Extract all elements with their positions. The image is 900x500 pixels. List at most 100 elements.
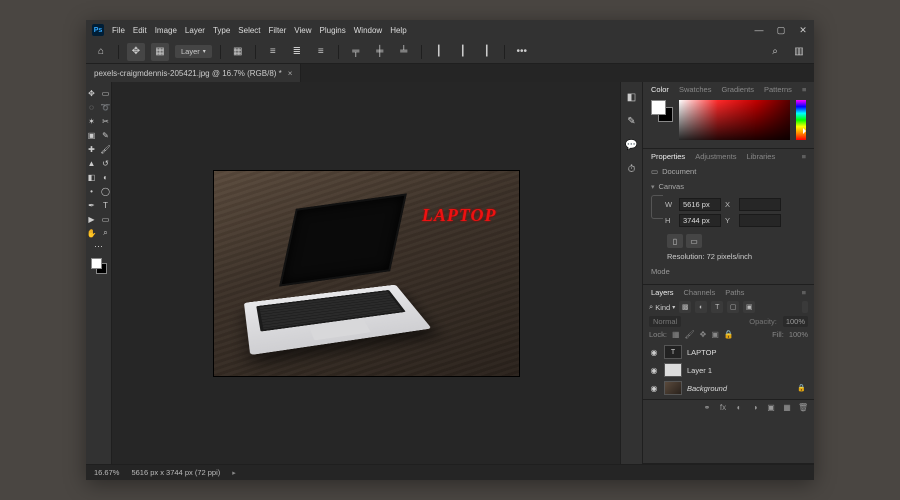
layer-name[interactable]: Background: [687, 384, 727, 393]
filter-pixel-icon[interactable]: ▩: [679, 301, 691, 313]
lock-transparent-icon[interactable]: ▦: [672, 330, 680, 339]
more-options-icon[interactable]: •••: [513, 43, 531, 61]
shape-tool-icon[interactable]: ▭: [100, 214, 111, 225]
visibility-icon[interactable]: ◉: [649, 384, 659, 393]
align-left-icon[interactable]: ≡: [264, 43, 282, 61]
stamp-tool-icon[interactable]: ▲: [86, 158, 97, 169]
menu-file[interactable]: File: [112, 26, 125, 35]
tab-swatches[interactable]: Swatches: [679, 85, 712, 94]
path-select-icon[interactable]: ▶: [86, 214, 97, 225]
tab-channels[interactable]: Channels: [684, 288, 716, 297]
doc-dimensions[interactable]: 5616 px x 3744 px (72 ppi): [131, 468, 220, 477]
filter-toggle[interactable]: [802, 301, 808, 313]
document-tab[interactable]: pexels-craigmdennis-205421.jpg @ 16.7% (…: [86, 64, 301, 82]
hand-tool-icon[interactable]: ✋: [86, 228, 97, 239]
new-group-icon[interactable]: ▣: [766, 403, 776, 412]
menu-layer[interactable]: Layer: [185, 26, 205, 35]
window-maximize-icon[interactable]: ▢: [776, 25, 786, 36]
dodge-tool-icon[interactable]: ◯: [100, 186, 111, 197]
history-brush-icon[interactable]: ↺: [100, 158, 111, 169]
lock-artboard-icon[interactable]: ▣: [711, 330, 719, 339]
align-right-icon[interactable]: ≡: [312, 43, 330, 61]
link-layers-icon[interactable]: ⚭: [702, 403, 712, 412]
menu-filter[interactable]: Filter: [269, 26, 287, 35]
distribute-h2-icon[interactable]: ┃: [454, 43, 472, 61]
layer-row-background[interactable]: ◉ Background 🔒: [649, 379, 808, 397]
menu-edit[interactable]: Edit: [133, 26, 147, 35]
artboard-tool-icon[interactable]: ▭: [100, 88, 111, 99]
zoom-tool-icon[interactable]: ⌕: [100, 228, 111, 239]
width-input[interactable]: [679, 198, 721, 211]
tab-properties[interactable]: Properties: [651, 152, 685, 161]
canvas-area[interactable]: LAPTOP: [112, 82, 620, 464]
dock-icon-4[interactable]: ⏱: [625, 162, 639, 176]
auto-select-icon[interactable]: ▦: [151, 43, 169, 61]
zoom-level[interactable]: 16.67%: [94, 468, 119, 477]
home-icon[interactable]: ⌂: [92, 43, 110, 61]
filter-type-icon[interactable]: T: [711, 301, 723, 313]
tab-color[interactable]: Color: [651, 85, 669, 94]
transform-controls-icon[interactable]: ▦: [229, 43, 247, 61]
edit-toolbar-icon[interactable]: ⋯: [89, 240, 109, 252]
move-tool-icon[interactable]: ✥: [86, 88, 97, 99]
y-input[interactable]: [739, 214, 781, 227]
foreground-color[interactable]: [91, 258, 102, 269]
gradient-tool-icon[interactable]: ◐: [100, 172, 111, 183]
color-fgbg-swatch[interactable]: [651, 100, 673, 122]
align-center-icon[interactable]: ≣: [288, 43, 306, 61]
menu-image[interactable]: Image: [155, 26, 177, 35]
foreground-background-swatch[interactable]: [91, 258, 107, 274]
link-dimensions-icon[interactable]: [651, 195, 663, 219]
tab-libraries[interactable]: Libraries: [746, 152, 775, 161]
move-tool-icon[interactable]: ✥: [127, 43, 145, 61]
hue-slider[interactable]: [796, 100, 806, 140]
canvas-text-layer[interactable]: LAPTOP: [422, 205, 497, 226]
search-icon[interactable]: ⌕: [766, 43, 784, 61]
layer-fx-icon[interactable]: fx: [718, 403, 728, 412]
dock-icon-1[interactable]: ◧: [625, 90, 639, 104]
distribute-top-icon[interactable]: ╤: [347, 43, 365, 61]
panel-menu-icon[interactable]: ≡: [802, 288, 806, 297]
brush-tool-icon[interactable]: 🖌: [100, 144, 111, 155]
delete-layer-icon[interactable]: 🗑: [798, 403, 808, 412]
menu-select[interactable]: Select: [238, 26, 260, 35]
layer-name[interactable]: Layer 1: [687, 366, 712, 375]
distribute-h3-icon[interactable]: ┃: [478, 43, 496, 61]
menu-view[interactable]: View: [294, 26, 311, 35]
filter-adjust-icon[interactable]: ◐: [695, 301, 707, 313]
filter-shape-icon[interactable]: ▢: [727, 301, 739, 313]
distribute-middle-icon[interactable]: ╪: [371, 43, 389, 61]
orientation-portrait-icon[interactable]: ▯: [667, 234, 683, 248]
eyedropper-tool-icon[interactable]: ✎: [100, 130, 111, 141]
pen-tool-icon[interactable]: ✒: [86, 200, 97, 211]
tab-layers[interactable]: Layers: [651, 288, 674, 297]
fill-value[interactable]: 100%: [789, 330, 808, 339]
opacity-value[interactable]: 100%: [783, 316, 808, 327]
filter-smart-icon[interactable]: ▣: [743, 301, 755, 313]
lock-position-icon[interactable]: ✥: [700, 330, 707, 339]
layer-row[interactable]: ◉ T LAPTOP: [649, 343, 808, 361]
window-close-icon[interactable]: ✕: [798, 25, 808, 36]
lock-all-icon[interactable]: 🔒: [724, 330, 734, 339]
properties-canvas-section[interactable]: ▾Canvas: [651, 180, 806, 195]
lasso-tool-icon[interactable]: ➰: [100, 102, 111, 113]
distribute-bottom-icon[interactable]: ╧: [395, 43, 413, 61]
orientation-landscape-icon[interactable]: ▭: [686, 234, 702, 248]
marquee-tool-icon[interactable]: ◌: [86, 102, 97, 113]
layer-mask-icon[interactable]: ◐: [734, 403, 744, 412]
distribute-h1-icon[interactable]: ┃: [430, 43, 448, 61]
layer-row[interactable]: ◉ Layer 1: [649, 361, 808, 379]
tab-gradients[interactable]: Gradients: [721, 85, 754, 94]
menu-help[interactable]: Help: [390, 26, 406, 35]
document-canvas[interactable]: LAPTOP: [214, 171, 519, 376]
crop-tool-icon[interactable]: ✂: [100, 116, 111, 127]
eraser-tool-icon[interactable]: ◧: [86, 172, 97, 183]
blur-tool-icon[interactable]: •: [86, 186, 97, 197]
workspace-icon[interactable]: ▥: [790, 43, 808, 61]
dock-icon-3[interactable]: 💬: [625, 138, 639, 152]
layer-name[interactable]: LAPTOP: [687, 348, 716, 357]
quick-select-tool-icon[interactable]: ✶: [86, 116, 97, 127]
window-minimize-icon[interactable]: —: [754, 25, 764, 36]
new-fill-icon[interactable]: ◑: [750, 403, 760, 412]
dock-icon-2[interactable]: ✎: [625, 114, 639, 128]
